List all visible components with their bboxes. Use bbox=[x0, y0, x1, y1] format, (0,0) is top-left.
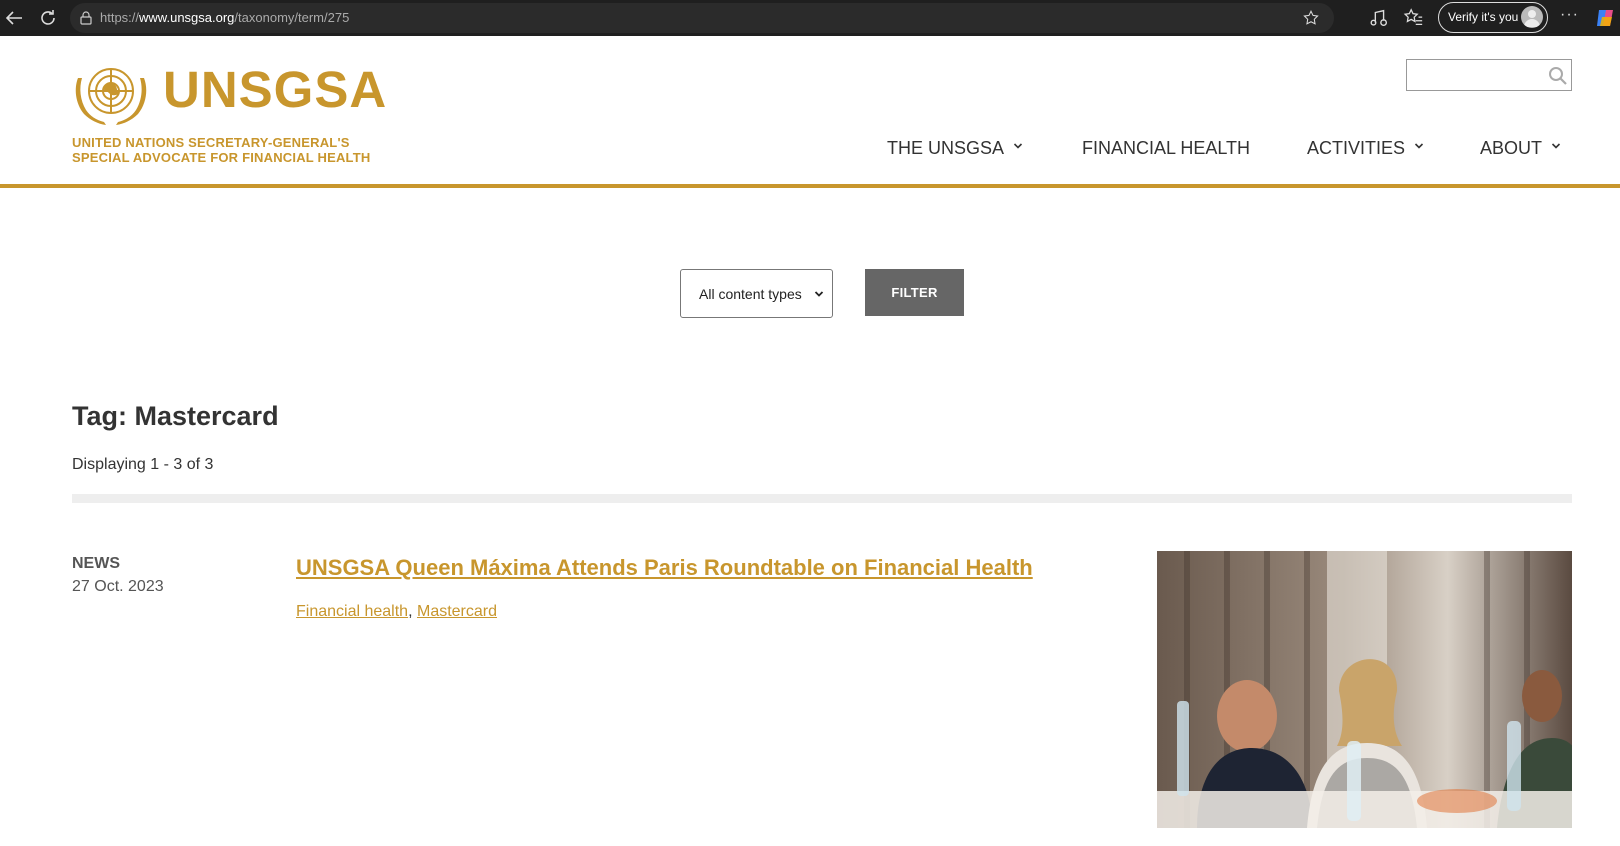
lock-icon bbox=[80, 11, 92, 25]
chevron-down-icon bbox=[1414, 142, 1424, 149]
nav-item-financial-health[interactable]: FINANCIAL HEALTH bbox=[1082, 138, 1250, 159]
chevron-down-icon bbox=[1013, 142, 1023, 149]
avatar bbox=[1521, 6, 1543, 28]
chevron-down-icon bbox=[814, 291, 824, 297]
copilot-icon[interactable] bbox=[1593, 6, 1617, 30]
site-search bbox=[1406, 59, 1572, 91]
content-type-select[interactable]: All content types bbox=[680, 269, 833, 318]
verify-profile-button[interactable]: Verify it's you bbox=[1438, 2, 1548, 33]
media-control-icon[interactable] bbox=[1368, 7, 1390, 29]
result-count: Displaying 1 - 3 of 3 bbox=[72, 456, 214, 473]
page-title: Tag: Mastercard bbox=[72, 401, 279, 431]
main-navigation: THE UNSGSA FINANCIAL HEALTH ACTIVITIES A… bbox=[0, 138, 1620, 168]
search-icon[interactable] bbox=[1548, 66, 1568, 86]
browser-toolbar: https://www.unsgsa.org/taxonomy/term/275… bbox=[0, 0, 1620, 36]
item-thumbnail-image[interactable] bbox=[1157, 551, 1572, 828]
nav-item-activities[interactable]: ACTIVITIES bbox=[1307, 138, 1424, 159]
un-emblem-icon[interactable] bbox=[70, 58, 152, 128]
back-arrow-icon[interactable] bbox=[2, 6, 26, 30]
url-text: https://www.unsgsa.org/taxonomy/term/275 bbox=[100, 10, 350, 25]
more-menu-icon[interactable]: ··· bbox=[1560, 6, 1579, 24]
item-type-label: NEWS bbox=[72, 555, 120, 572]
favorite-star-icon[interactable] bbox=[1302, 9, 1320, 27]
nav-item-the-unsgsa[interactable]: THE UNSGSA bbox=[887, 138, 1023, 159]
search-input[interactable] bbox=[1407, 60, 1537, 90]
item-title-link[interactable]: UNSGSA Queen Máxima Attends Paris Roundt… bbox=[296, 555, 1033, 581]
reload-icon[interactable] bbox=[36, 6, 60, 30]
filter-button[interactable]: FILTER bbox=[865, 269, 964, 316]
site-logo-wordmark[interactable]: UNSGSA bbox=[163, 64, 387, 115]
address-bar[interactable]: https://www.unsgsa.org/taxonomy/term/275 bbox=[70, 3, 1334, 33]
item-date: 27 Oct. 2023 bbox=[72, 578, 164, 595]
nav-item-about[interactable]: ABOUT bbox=[1480, 138, 1561, 159]
tag-link-financial-health[interactable]: Financial health bbox=[296, 603, 408, 620]
favorites-list-icon[interactable] bbox=[1402, 7, 1424, 29]
chevron-down-icon bbox=[1551, 142, 1561, 149]
item-tags: Financial health, Mastercard bbox=[296, 603, 498, 620]
divider bbox=[72, 494, 1572, 503]
tag-link-mastercard[interactable]: Mastercard bbox=[417, 603, 497, 620]
site-header: UNSGSA UNITED NATIONS SECRETARY-GENERAL'… bbox=[0, 36, 1620, 188]
